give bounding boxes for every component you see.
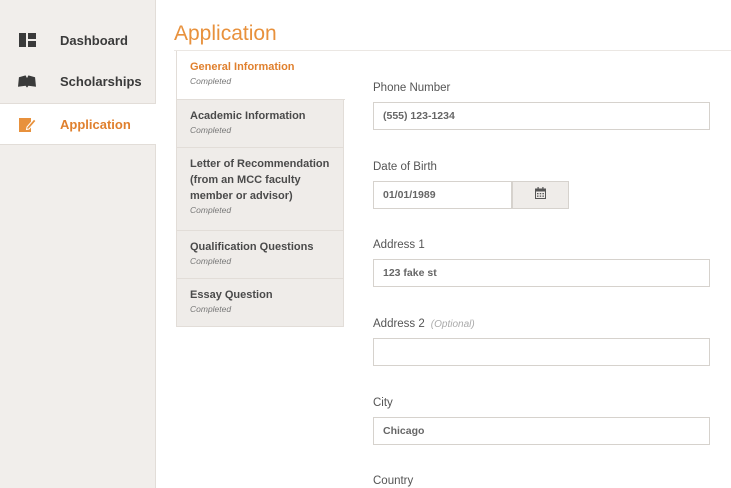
step-letter-of-recommendation[interactable]: Letter of Recommendation (from an MCC fa… bbox=[177, 148, 344, 231]
page-title: Application bbox=[174, 22, 277, 45]
step-title: General Information bbox=[190, 61, 295, 73]
city-input[interactable] bbox=[373, 417, 710, 445]
calendar-icon bbox=[535, 186, 546, 204]
dob-input[interactable] bbox=[373, 181, 512, 209]
phone-input[interactable] bbox=[373, 102, 710, 130]
sidebar: Dashboard Scholarships Application bbox=[0, 0, 156, 488]
address2-input[interactable] bbox=[373, 338, 710, 366]
step-status: Completed bbox=[190, 205, 232, 215]
step-title: Academic Information bbox=[190, 110, 306, 122]
step-qualification-questions[interactable]: Qualification Questions Completed bbox=[177, 231, 344, 279]
sidebar-item-label: Scholarships bbox=[60, 73, 142, 89]
city-label: City bbox=[373, 397, 393, 409]
step-status: Completed bbox=[190, 256, 232, 266]
address2-label: Address 2 (Optional) bbox=[373, 318, 475, 330]
dob-label: Date of Birth bbox=[373, 161, 437, 173]
sidebar-item-label: Application bbox=[60, 116, 131, 132]
step-title: Qualification Questions bbox=[190, 241, 314, 253]
address1-label: Address 1 bbox=[373, 239, 425, 251]
step-essay-question[interactable]: Essay Question Completed bbox=[177, 279, 344, 326]
dashboard-icon bbox=[18, 33, 36, 47]
sidebar-item-scholarships[interactable]: Scholarships bbox=[0, 60, 155, 102]
step-status: Completed bbox=[190, 304, 232, 314]
sidebar-item-label: Dashboard bbox=[60, 32, 128, 48]
step-status: Completed bbox=[190, 76, 232, 86]
calendar-button[interactable] bbox=[512, 181, 569, 209]
application-steps: General Information Completed Academic I… bbox=[176, 51, 345, 327]
step-general-information[interactable]: General Information Completed bbox=[177, 51, 345, 100]
step-academic-information[interactable]: Academic Information Completed bbox=[177, 100, 344, 148]
sidebar-item-application[interactable]: Application bbox=[0, 103, 156, 145]
address2-label-text: Address 2 bbox=[373, 318, 425, 330]
sidebar-item-dashboard[interactable]: Dashboard bbox=[0, 19, 155, 61]
country-label: Country bbox=[373, 475, 414, 487]
edit-icon bbox=[18, 117, 36, 132]
address1-input[interactable] bbox=[373, 259, 710, 287]
optional-hint: (Optional) bbox=[430, 319, 475, 330]
book-icon bbox=[18, 74, 36, 88]
step-status: Completed bbox=[190, 125, 232, 135]
step-title: Essay Question bbox=[190, 289, 273, 301]
phone-label: Phone Number bbox=[373, 82, 451, 94]
step-title: Letter of Recommendation (from an MCC fa… bbox=[190, 158, 330, 202]
